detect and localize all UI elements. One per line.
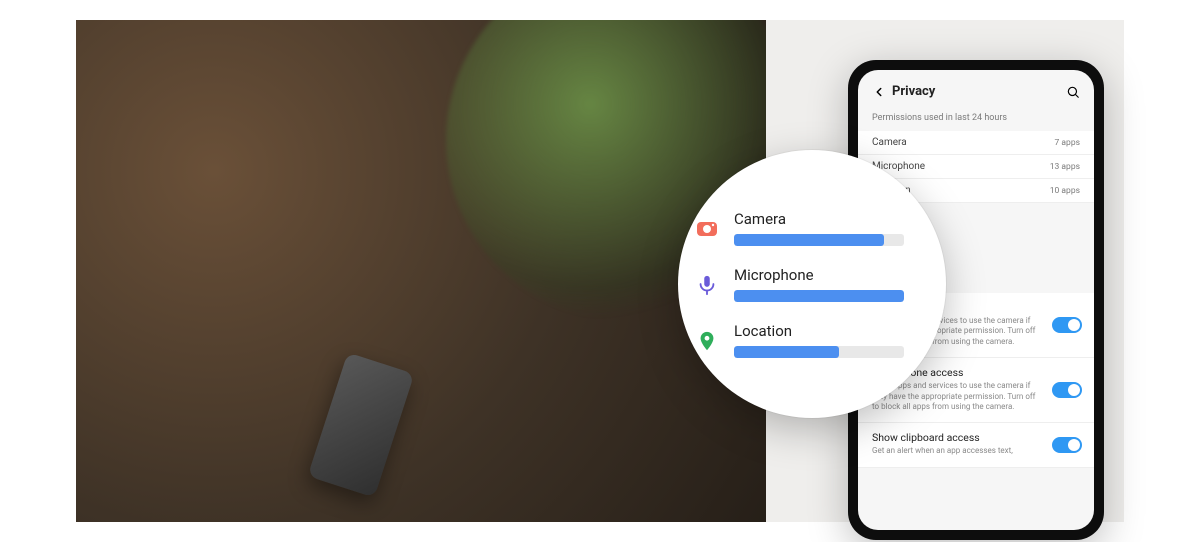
permission-name: Camera: [872, 137, 907, 148]
microphone-icon: [694, 272, 720, 298]
permission-row[interactable]: Camera 7 apps: [858, 131, 1094, 155]
page-title: Privacy: [892, 84, 1066, 99]
permission-count: 7 apps: [1055, 138, 1080, 148]
screen-header: Privacy: [858, 70, 1094, 109]
permission-row[interactable]: Microphone 13 apps: [858, 155, 1094, 179]
access-title: Show clipboard access: [872, 431, 1080, 444]
location-icon: [694, 328, 720, 354]
access-desc: Allow apps and services to use the camer…: [872, 381, 1080, 412]
access-desc: Get an alert when an app accesses text,: [872, 446, 1080, 456]
back-icon[interactable]: [872, 85, 886, 99]
zoom-bar: [734, 346, 904, 358]
zoom-bar-fill: [734, 290, 904, 302]
zoom-row-camera: Camera: [734, 210, 918, 246]
zoom-row-location: Location: [734, 322, 918, 358]
zoom-label: Camera: [734, 210, 918, 228]
section-label: Permissions used in last 24 hours: [858, 109, 1094, 131]
toggle[interactable]: [1052, 437, 1082, 453]
zoom-bar: [734, 234, 904, 246]
search-icon[interactable]: [1066, 85, 1080, 99]
lifestyle-photo: [76, 20, 766, 522]
toggle[interactable]: [1052, 382, 1082, 398]
access-row-clipboard[interactable]: Show clipboard access Get an alert when …: [858, 423, 1094, 467]
toggle[interactable]: [1052, 317, 1082, 333]
permission-count: 10 apps: [1050, 186, 1080, 196]
zoom-lens: Camera Microphone Location: [678, 150, 946, 418]
zoom-label: Microphone: [734, 266, 918, 284]
zoom-bar: [734, 290, 904, 302]
zoom-label: Location: [734, 322, 918, 340]
permission-count: 13 apps: [1050, 162, 1080, 172]
promo-stage: Privacy Permissions used in last 24 hour…: [76, 20, 1124, 522]
zoom-bar-fill: [734, 234, 884, 246]
zoom-bar-fill: [734, 346, 839, 358]
zoom-row-microphone: Microphone: [734, 266, 918, 302]
camera-icon: [694, 216, 720, 242]
